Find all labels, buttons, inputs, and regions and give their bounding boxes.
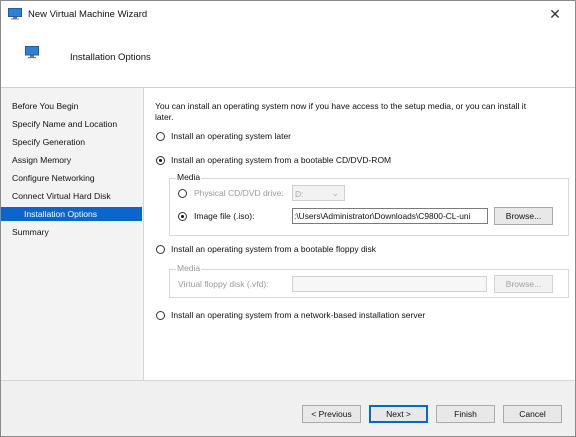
nav-item-connect-vhd[interactable]: Connect Virtual Hard Disk (12, 189, 142, 203)
footer-divider (1, 380, 575, 381)
radio-install-cdrom[interactable] (156, 156, 165, 165)
physical-drive-select[interactable]: D: (292, 185, 345, 201)
intro-text-line-1: You can install an operating system now … (155, 101, 527, 111)
radio-install-later[interactable] (156, 132, 165, 141)
previous-button[interactable]: < Previous (302, 405, 361, 423)
wizard-steps-nav: Before You Begin Specify Name and Locati… (1, 88, 143, 380)
image-file-input[interactable]: :\Users\Administrator\Downloads\C9800-CL… (292, 208, 488, 224)
next-button[interactable]: Next > (369, 405, 428, 423)
page-title: Installation Options (70, 52, 151, 63)
monitor-icon (8, 8, 22, 20)
vfd-input[interactable] (292, 276, 487, 292)
option-install-cdrom-label[interactable]: Install an operating system from a boota… (171, 154, 391, 166)
browse-vfd-button[interactable]: Browse... (494, 275, 553, 293)
radio-image-file[interactable] (178, 212, 187, 221)
window-title: New Virtual Machine Wizard (28, 9, 148, 20)
option-install-network-label[interactable]: Install an operating system from a netwo… (171, 309, 425, 321)
nav-item-assign-memory[interactable]: Assign Memory (12, 153, 142, 167)
wizard-header: Installation Options (1, 27, 575, 88)
image-file-label: Image file (.iso): (194, 211, 255, 221)
monitor-icon (25, 46, 39, 59)
intro-text-line-2: later. (155, 112, 174, 122)
radio-install-floppy[interactable] (156, 245, 165, 254)
wizard-window: New Virtual Machine Wizard ✕ Installatio… (0, 0, 576, 437)
close-icon[interactable]: ✕ (545, 4, 565, 24)
nav-item-summary[interactable]: Summary (12, 225, 142, 239)
physical-drive-label: Physical CD/DVD drive: (194, 188, 284, 198)
browse-iso-button[interactable]: Browse... (494, 207, 553, 225)
floppy-media-title: Media (176, 263, 202, 273)
nav-item-configure-networking[interactable]: Configure Networking (12, 171, 142, 185)
option-install-later-label[interactable]: Install an operating system later (171, 130, 291, 142)
nav-item-before-you-begin[interactable]: Before You Begin (12, 99, 142, 113)
cancel-button[interactable]: Cancel (503, 405, 562, 423)
nav-item-specify-name[interactable]: Specify Name and Location (12, 117, 142, 131)
radio-physical-drive[interactable] (178, 189, 187, 198)
vfd-label: Virtual floppy disk (.vfd): (178, 279, 269, 289)
option-install-floppy-label[interactable]: Install an operating system from a boota… (171, 243, 376, 255)
title-bar: New Virtual Machine Wizard ✕ (1, 1, 575, 27)
content-panel: You can install an operating system now … (144, 88, 575, 380)
nav-item-installation-options[interactable]: Installation Options (1, 207, 142, 221)
cdrom-media-title: Media (176, 172, 202, 182)
finish-button[interactable]: Finish (436, 405, 495, 423)
nav-item-specify-generation[interactable]: Specify Generation (12, 135, 142, 149)
radio-install-network[interactable] (156, 311, 165, 320)
